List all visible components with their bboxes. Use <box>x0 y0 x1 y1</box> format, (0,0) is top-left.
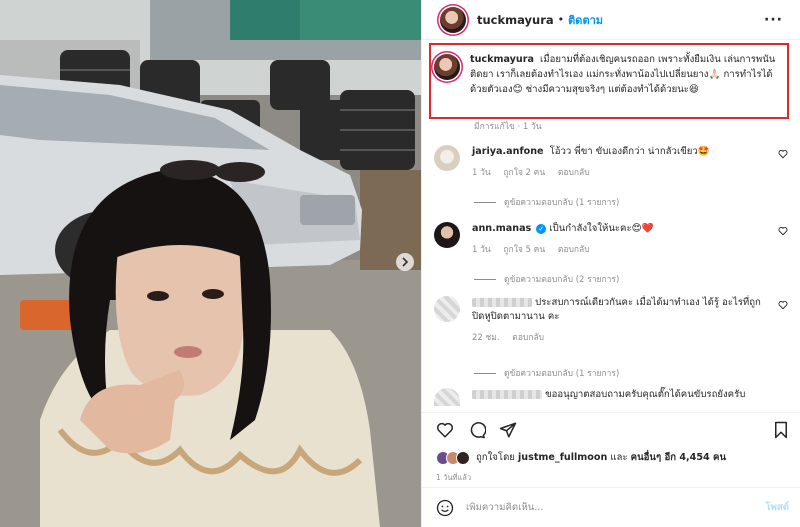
commenter-avatar[interactable] <box>434 296 460 322</box>
post-sidebar: tuckmayura • ติดตาม ··· tuckmayura เมื่อ… <box>421 0 800 527</box>
commenter-avatar[interactable] <box>434 145 460 171</box>
comment-username[interactable]: ann.manas <box>472 223 531 234</box>
comment-likes[interactable]: ถูกใจ 5 คน <box>503 245 545 255</box>
comment-username[interactable]: jariya.anfone <box>472 146 544 157</box>
comment-meta: 1 วัน ถูกใจ 2 คน ตอบกลับ <box>472 166 772 180</box>
commenter-avatar[interactable] <box>434 388 460 406</box>
heart-icon[interactable] <box>778 149 788 159</box>
caption-avatar[interactable] <box>434 54 460 80</box>
bookmark-icon[interactable] <box>773 421 789 439</box>
view-replies-label[interactable]: ดูข้อความตอบกลับ (1 รายการ) <box>504 366 619 380</box>
likes-summary: ถูกใจโดย justme_fullmoon และ คนอื่นๆ อีก… <box>436 450 726 465</box>
smile-icon[interactable] <box>436 499 454 517</box>
comment-meta: 22 ชม. ตอบกลับ <box>472 331 772 345</box>
comment-item: ann.manas ✓ เป็นกำลังใจให้นะคะ😍❤️ 1 วัน ถ… <box>434 222 792 257</box>
comment-text: ขออนุญาตสอบถามครับคุณตั๊กได้คนขับรถยังคร… <box>545 389 746 400</box>
comment-icon[interactable] <box>468 421 486 439</box>
comment-item: ประสบการณ์เดียวกันคะ เมื่อได้มาทำเอง ได้… <box>434 296 792 345</box>
likes-prefix: ถูกใจโดย <box>476 452 515 463</box>
verified-icon: ✓ <box>536 224 547 234</box>
view-replies[interactable]: ดูข้อความตอบกลับ (1 รายการ) <box>474 366 619 380</box>
action-bar <box>422 412 800 446</box>
comment-item: ขออนุญาตสอบถามครับคุณตั๊กได้คนขับรถยังคร… <box>434 388 792 406</box>
view-replies-label[interactable]: ดูข้อความตอบกลับ (2 รายการ) <box>504 272 619 286</box>
reply-button[interactable]: ตอบกลับ <box>512 333 544 343</box>
next-photo-button[interactable] <box>396 253 414 271</box>
comment-meta: 1 วัน ถูกใจ 5 คน ตอบกลับ <box>472 243 772 257</box>
comment-body: jariya.anfone โอ้วว พี่ขา ขับเองดีกว่า น… <box>472 145 772 180</box>
reply-button[interactable]: ตอบกลับ <box>558 245 590 255</box>
liker-avatar[interactable] <box>456 450 470 465</box>
separator-dot: • <box>557 13 565 26</box>
replies-line <box>474 278 496 280</box>
post-header: tuckmayura • ติดตาม ··· <box>422 0 800 40</box>
reply-button[interactable]: ตอบกลับ <box>558 168 590 178</box>
post-comment-button[interactable]: โพสต์ <box>765 500 789 515</box>
chevron-right-icon <box>402 257 409 267</box>
likes-user[interactable]: justme_fullmoon <box>518 452 607 463</box>
caption-edited-time: มีการแก้ไข · 1 วัน <box>474 122 542 132</box>
post-photo <box>0 0 421 527</box>
comment-body: ann.manas ✓ เป็นกำลังใจให้นะคะ😍❤️ 1 วัน ถ… <box>472 222 772 257</box>
view-replies[interactable]: ดูข้อความตอบกลับ (2 รายการ) <box>474 272 619 286</box>
view-replies[interactable]: ดูข้อความตอบกลับ (1 รายการ) <box>474 195 619 209</box>
follow-button[interactable]: ติดตาม <box>568 11 603 29</box>
author-username[interactable]: tuckmayura <box>477 13 554 27</box>
author-avatar[interactable] <box>440 6 466 33</box>
send-icon[interactable] <box>499 421 517 439</box>
hidden-username <box>472 297 532 307</box>
add-comment-bar: โพสต์ <box>422 487 800 527</box>
comment-time: 1 วัน <box>472 168 491 178</box>
post-caption: tuckmayura เมื่อยามที่ต้องเชิญคนรถออก เพ… <box>434 52 792 97</box>
likes-text: ถูกใจโดย justme_fullmoon และ คนอื่นๆ อีก… <box>476 450 726 465</box>
view-replies-label[interactable]: ดูข้อความตอบกลับ (1 รายการ) <box>504 195 619 209</box>
replies-line <box>474 372 496 374</box>
replies-line <box>474 201 496 203</box>
more-icon[interactable]: ··· <box>764 12 783 28</box>
caption-text-block: tuckmayura เมื่อยามที่ต้องเชิญคนรถออก เพ… <box>470 52 785 97</box>
comment-likes[interactable]: ถูกใจ 2 คน <box>503 168 545 178</box>
comment-time: 22 ชม. <box>472 333 500 343</box>
caption-username[interactable]: tuckmayura <box>470 54 534 65</box>
heart-icon[interactable] <box>778 300 788 310</box>
comment-text: เป็นกำลังใจให้นะคะ😍❤️ <box>549 223 654 234</box>
hidden-username <box>472 389 542 399</box>
comment-body: ขออนุญาตสอบถามครับคุณตั๊กได้คนขับรถยังคร… <box>472 388 772 406</box>
comment-body: ประสบการณ์เดียวกันคะ เมื่อได้มาทำเอง ได้… <box>472 296 772 345</box>
likes-middle: และ <box>610 452 628 463</box>
comment-item: jariya.anfone โอ้วว พี่ขา ขับเองดีกว่า น… <box>434 145 792 180</box>
photo-illustration <box>0 0 421 527</box>
heart-icon[interactable] <box>436 421 454 439</box>
comment-time: 1 วัน <box>472 245 491 255</box>
heart-icon[interactable] <box>778 226 788 236</box>
likes-others[interactable]: คนอื่นๆ อีก 4,454 คน <box>631 452 726 463</box>
comment-text: โอ้วว พี่ขา ขับเองดีกว่า น่ากลัวเขียว🤩 <box>549 146 710 157</box>
commenter-avatar[interactable] <box>434 222 460 248</box>
post-time: 1 วันที่แล้ว <box>436 473 472 482</box>
add-comment-input[interactable] <box>466 502 746 513</box>
